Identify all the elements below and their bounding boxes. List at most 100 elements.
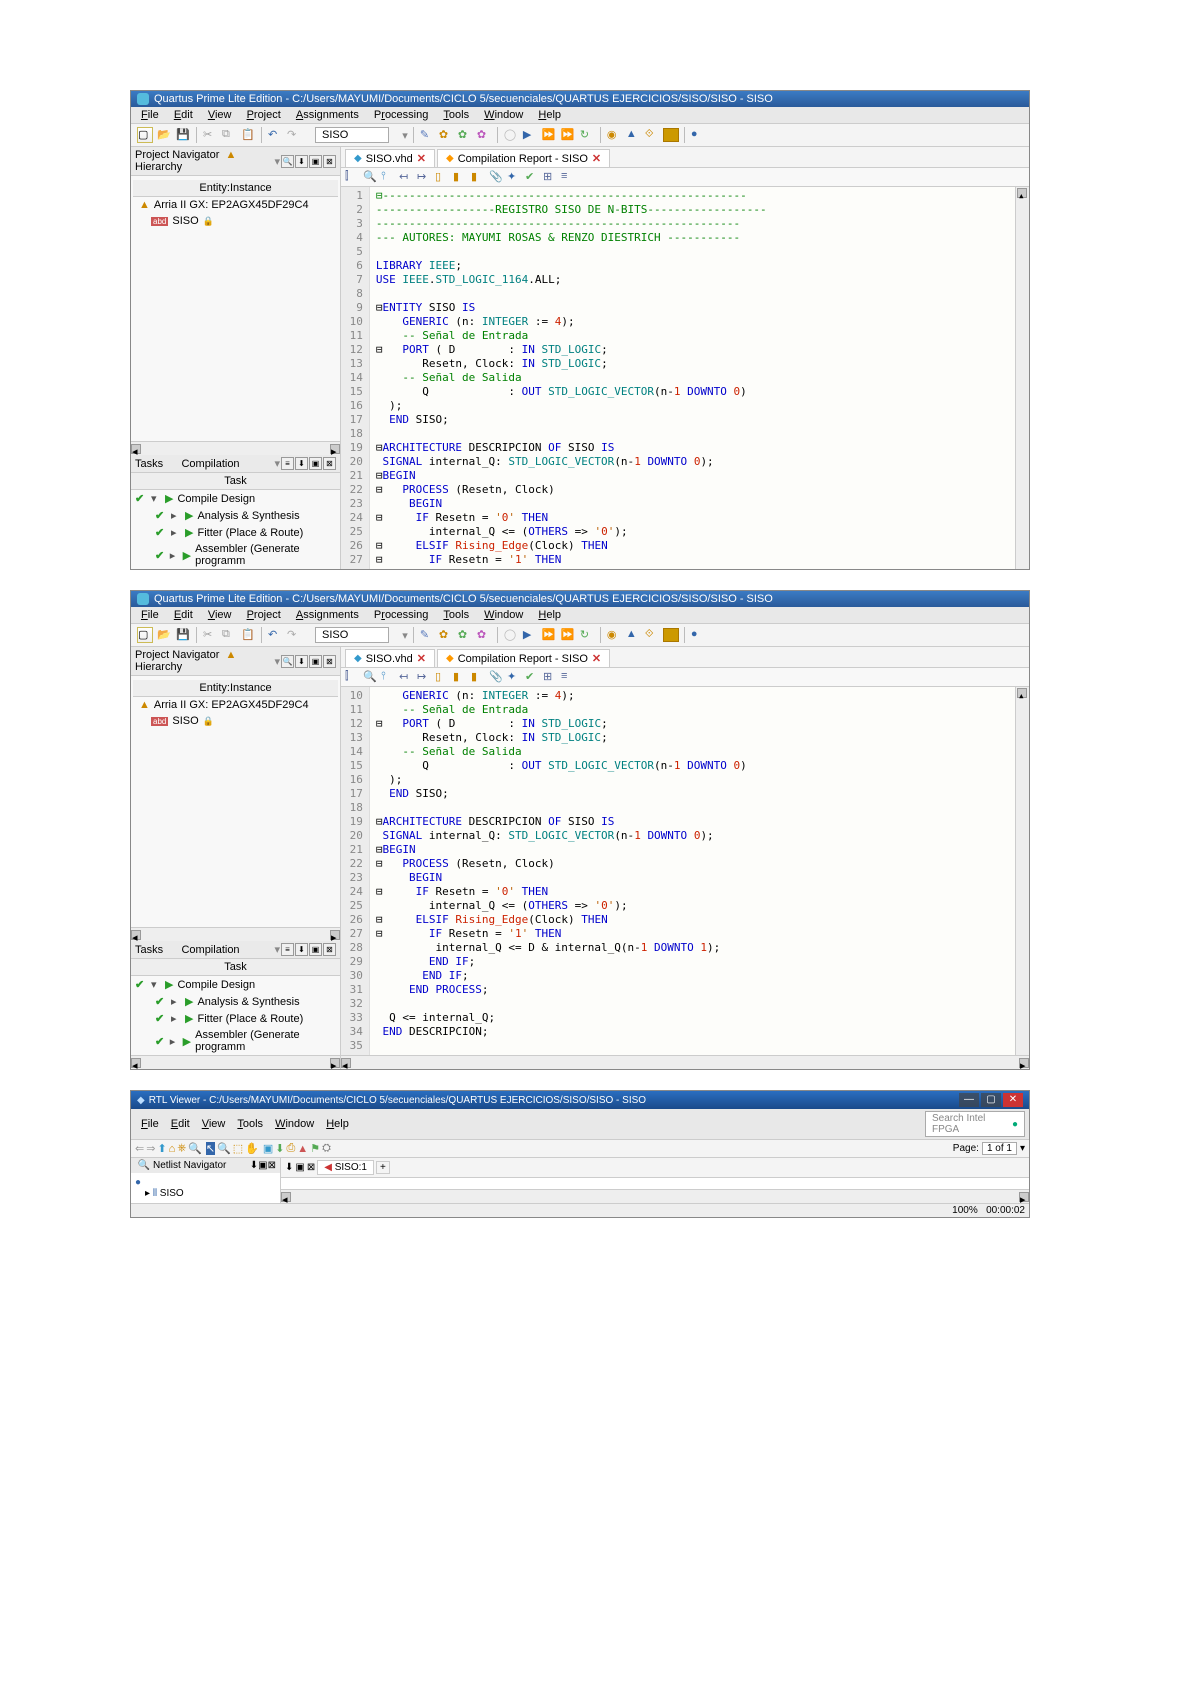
hand-icon[interactable]: ✋ [245,1142,259,1155]
indent-l-icon[interactable]: ↤ [399,670,415,684]
new-icon[interactable]: ▢ [137,127,153,143]
list-icon[interactable]: ≡ [561,670,577,684]
indent-l-icon[interactable]: ↤ [399,170,415,184]
title-bar[interactable]: Quartus Prime Lite Edition - C:/Users/MA… [131,591,1029,607]
menu-edit[interactable]: Edit [168,607,199,623]
chip-icon[interactable]: ▲ [625,127,641,143]
copy-icon[interactable]: ⧉ [221,627,237,643]
editor-hscroll[interactable]: ◂▸ [341,1055,1029,1069]
bm2-icon[interactable]: ▮ [453,170,469,184]
nav-pin-icon[interactable]: ⬇ [250,1160,258,1171]
menu-assignments[interactable]: Assignments [290,607,365,623]
prog-icon[interactable]: ⟐ [644,627,660,643]
tasks-tree[interactable]: Task ✔▾▶Compile Design ✔▸▶Analysis & Syn… [131,473,340,569]
tasks-pin-icon[interactable]: ⬇ [295,943,308,956]
check-icon[interactable]: ✔ [525,670,541,684]
tab-close-icon[interactable]: ✕ [592,152,601,165]
menu-tools[interactable]: Tools [231,1116,269,1132]
code-editor[interactable]: 1 2 3 4 5 6 7 8 9 10 11 12 13 14 15 16 1… [341,187,1029,569]
home-icon[interactable]: ⌂ [169,1143,176,1155]
rtab-max-icon[interactable]: ▣ [295,1162,304,1173]
tab-file[interactable]: ◆SISO.vhd✕ [345,649,435,667]
tasks-close-icon[interactable]: ⊠ [323,457,336,470]
cut-icon[interactable]: ✂ [202,627,218,643]
fwd-icon[interactable]: ⇒ [146,1142,155,1155]
timing-icon[interactable]: ◉ [606,127,622,143]
list-icon[interactable]: ≡ [561,170,577,184]
search-go-icon[interactable]: ● [1012,1119,1018,1130]
menu-file[interactable]: File [135,607,165,623]
menu-file[interactable]: File [135,107,165,123]
menu-processing[interactable]: Processing [368,107,434,123]
stop-icon[interactable]: ◯ [503,627,519,643]
tab-report[interactable]: ◆Compilation Report - SISO✕ [437,149,610,167]
task-fitter[interactable]: ✔▸▶Fitter (Place & Route) [131,524,340,541]
rtab-close-icon[interactable]: ⊠ [307,1162,315,1173]
tasks-max-icon[interactable]: ▣ [309,457,322,470]
task-analysis[interactable]: ✔▸▶Analysis & Synthesis [131,993,340,1010]
refresh-icon[interactable]: ↻ [579,627,595,643]
tasks-menu-icon[interactable]: ≡ [281,457,294,470]
menu-help[interactable]: Help [532,107,567,123]
prog-icon[interactable]: ⟐ [644,127,660,143]
up-icon[interactable]: ⬆ [157,1142,166,1155]
menu-edit[interactable]: Edit [165,1116,196,1132]
back-icon[interactable]: ⇐ [135,1142,144,1155]
rtl-title-bar[interactable]: ◆ RTL Viewer - C:/Users/MAYUMI/Documents… [131,1091,1029,1109]
toggle-icon[interactable]: ⫯ [381,170,397,184]
nav-max-icon[interactable]: ▣ [258,1160,267,1171]
menu-assignments[interactable]: Assignments [290,107,365,123]
gear3-icon[interactable]: ✿ [476,627,492,643]
new-icon[interactable]: ▢ [137,627,153,643]
mark-icon[interactable]: ✦ [507,670,523,684]
title-bar[interactable]: Quartus Prime Lite Edition - C:/Users/MA… [131,91,1029,107]
wand-icon[interactable]: ✎ [419,627,435,643]
editor-vscroll[interactable]: ▴ [1015,687,1029,1055]
tasks-tree[interactable]: Task ✔▾▶Compile Design ✔▸▶Analysis & Syn… [131,959,340,1055]
play1-icon[interactable]: ▶ [522,627,538,643]
hierarchy-tree[interactable]: Entity:Instance ▲ Arria II GX: EP2AGX45D… [131,676,340,927]
bm3-icon[interactable]: ▮ [471,670,487,684]
rtl-add-tab[interactable]: + [376,1161,390,1174]
find-icon[interactable]: 🔍 [281,655,294,668]
grid-icon[interactable]: ⊞ [543,170,559,184]
find-icon[interactable]: 🔍 [363,170,379,184]
check-icon[interactable]: ✔ [525,170,541,184]
cut-icon[interactable]: ✂ [202,127,218,143]
indent-r-icon[interactable]: ↦ [417,170,433,184]
help-icon[interactable]: ● [690,127,706,143]
board-icon[interactable] [663,128,679,142]
print-icon[interactable]: ⎙ [286,1142,295,1155]
find-icon[interactable]: 🔍 [281,155,294,168]
task-assembler[interactable]: ✔▸▶Assembler (Generate programm [131,541,340,569]
tab-close-icon[interactable]: ✕ [592,652,601,665]
paste-icon[interactable]: 📋 [240,627,256,643]
task-assembler[interactable]: ✔▸▶Assembler (Generate programm [131,1027,340,1055]
menu-view[interactable]: View [202,607,238,623]
menu-file[interactable]: File [135,1116,165,1132]
task-analysis[interactable]: ✔▸▶Analysis & Synthesis [131,507,340,524]
opts-icon[interactable]: ⛭ [322,1142,331,1155]
fit-icon[interactable]: ▣ [263,1142,273,1155]
gear2-icon[interactable]: ✿ [457,127,473,143]
menu-view[interactable]: View [202,107,238,123]
tree-hscroll[interactable]: ◂▸ [131,927,340,941]
board-icon[interactable] [663,628,679,642]
attach-icon[interactable]: 📎 [489,670,505,684]
play3-icon[interactable]: ⏩ [560,627,576,643]
help-icon[interactable]: ● [690,627,706,643]
play3-icon[interactable]: ⏩ [560,127,576,143]
code-text[interactable]: GENERIC (n: INTEGER := 4); -- Señal de E… [370,687,1015,1055]
bm-icon[interactable]: ▯ [435,670,451,684]
tasks-hscroll[interactable]: ◂▸ [131,1055,340,1069]
et-icon[interactable]: ⫿ [345,670,361,684]
menu-help[interactable]: Help [320,1116,355,1132]
play2-icon[interactable]: ⏩ [541,627,557,643]
menu-project[interactable]: Project [241,607,287,623]
open-icon[interactable]: 📂 [156,627,172,643]
minimize-button[interactable]: — [959,1093,979,1107]
project-selector[interactable]: SISO [315,627,389,643]
paste-icon[interactable]: 📋 [240,127,256,143]
timing-icon[interactable]: ◉ [606,627,622,643]
bm-icon[interactable]: ▯ [435,170,451,184]
